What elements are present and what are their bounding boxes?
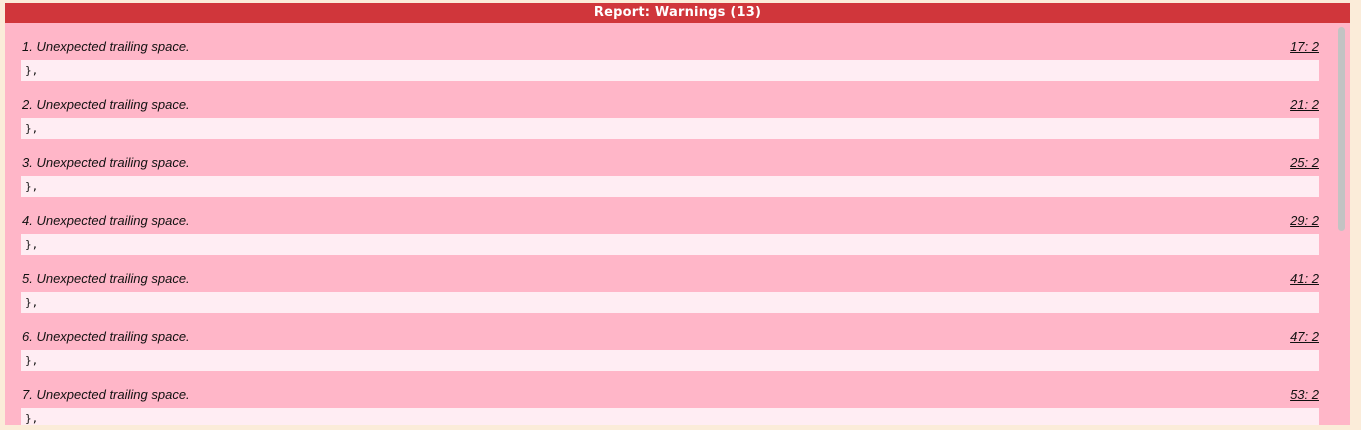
warning-location-link[interactable]: 47: 2 <box>1290 328 1319 346</box>
warning-message: 4. Unexpected trailing space. <box>22 213 190 228</box>
warning-message: 5. Unexpected trailing space. <box>22 271 190 286</box>
warning-item: 5. Unexpected trailing space. 41: 2 }, <box>5 255 1350 313</box>
warning-code-snippet: }, <box>21 118 1319 139</box>
warning-header: 2. Unexpected trailing space. 21: 2 <box>21 96 1319 114</box>
warning-code-snippet: }, <box>21 350 1319 371</box>
warning-message: 7. Unexpected trailing space. <box>22 387 190 402</box>
warning-location-link[interactable]: 41: 2 <box>1290 270 1319 288</box>
warning-message: 3. Unexpected trailing space. <box>22 155 190 170</box>
warnings-report-panel: Report: Warnings (13) 1. Unexpected trai… <box>5 3 1350 425</box>
warning-header: 5. Unexpected trailing space. 41: 2 <box>21 270 1319 288</box>
warning-code-snippet: }, <box>21 234 1319 255</box>
warning-header: 6. Unexpected trailing space. 47: 2 <box>21 328 1319 346</box>
warning-code-snippet: }, <box>21 408 1319 425</box>
warning-location-link[interactable]: 25: 2 <box>1290 154 1319 172</box>
warning-item: 3. Unexpected trailing space. 25: 2 }, <box>5 139 1350 197</box>
warning-location-link[interactable]: 53: 2 <box>1290 386 1319 404</box>
vertical-scrollbar[interactable] <box>1334 23 1350 425</box>
warning-item: 6. Unexpected trailing space. 47: 2 }, <box>5 313 1350 371</box>
warning-item: 1. Unexpected trailing space. 17: 2 }, <box>5 23 1350 81</box>
warning-message: 6. Unexpected trailing space. <box>22 329 190 344</box>
warning-location-link[interactable]: 17: 2 <box>1290 38 1319 56</box>
scrollbar-thumb[interactable] <box>1338 27 1345 231</box>
warnings-list: 1. Unexpected trailing space. 17: 2 }, 2… <box>5 23 1350 425</box>
warning-location-link[interactable]: 29: 2 <box>1290 212 1319 230</box>
warning-item: 4. Unexpected trailing space. 29: 2 }, <box>5 197 1350 255</box>
report-title: Report: Warnings (13) <box>5 3 1350 23</box>
warning-header: 7. Unexpected trailing space. 53: 2 <box>21 386 1319 404</box>
warning-header: 4. Unexpected trailing space. 29: 2 <box>21 212 1319 230</box>
warning-message: 1. Unexpected trailing space. <box>22 39 190 54</box>
warning-code-snippet: }, <box>21 176 1319 197</box>
warning-location-link[interactable]: 21: 2 <box>1290 96 1319 114</box>
warning-item: 2. Unexpected trailing space. 21: 2 }, <box>5 81 1350 139</box>
warning-item: 7. Unexpected trailing space. 53: 2 }, <box>5 371 1350 425</box>
warning-code-snippet: }, <box>21 292 1319 313</box>
warning-message: 2. Unexpected trailing space. <box>22 97 190 112</box>
warning-code-snippet: }, <box>21 60 1319 81</box>
warning-header: 1. Unexpected trailing space. 17: 2 <box>21 38 1319 56</box>
warning-header: 3. Unexpected trailing space. 25: 2 <box>21 154 1319 172</box>
